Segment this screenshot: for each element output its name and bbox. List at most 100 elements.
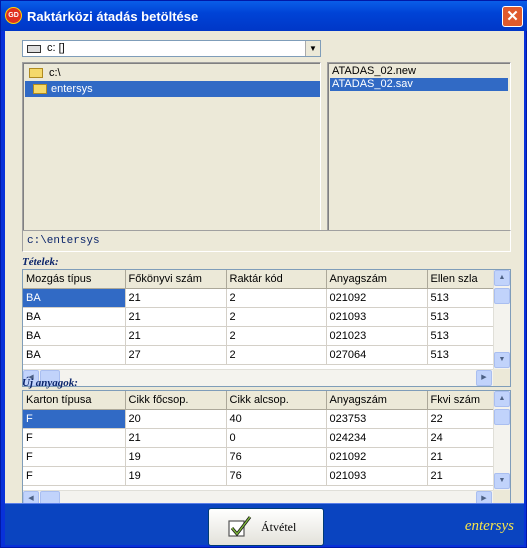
table-cell[interactable]: 21 — [125, 428, 227, 448]
folder-list[interactable]: c:\ entersys — [22, 62, 321, 247]
table-cell[interactable]: 20 — [125, 409, 227, 429]
chevron-down-icon[interactable]: ▼ — [305, 41, 320, 56]
column-header[interactable]: Cikk főcsop. — [125, 391, 227, 410]
table-cell[interactable]: 027064 — [326, 345, 428, 365]
table-cell[interactable]: BA — [23, 326, 126, 346]
uj-anyagok-table: Karton típusa Cikk főcsop. Cikk alcsop. … — [23, 391, 494, 486]
table-cell[interactable]: 24 — [427, 428, 494, 448]
tetelek-grid[interactable]: Mozgás típus Főkönyvi szám Raktár kód An… — [22, 269, 511, 387]
scroll-thumb[interactable] — [494, 409, 510, 425]
table-header-row: Mozgás típus Főkönyvi szám Raktár kód An… — [23, 270, 494, 289]
table-row[interactable]: F 19 76 021092 21 — [23, 447, 494, 467]
table-cell[interactable]: 40 — [226, 409, 327, 429]
table-row[interactable]: BA 21 2 021092 513 — [23, 288, 494, 308]
file-item[interactable]: ATADAS_02.new — [330, 65, 508, 78]
accept-button-label: Átvétel — [261, 520, 297, 534]
vertical-scrollbar[interactable]: ▲ ▼ — [493, 391, 510, 490]
table-cell[interactable]: 0 — [226, 428, 327, 448]
table-cell[interactable]: BA — [23, 307, 126, 327]
table-cell[interactable]: F — [23, 447, 126, 467]
table-cell[interactable]: 024234 — [326, 428, 428, 448]
table-cell[interactable]: 2 — [226, 307, 327, 327]
table-cell[interactable]: 19 — [125, 466, 227, 486]
folder-icon — [29, 68, 43, 78]
table-cell[interactable]: 2 — [226, 288, 327, 308]
uj-anyagok-label: Új anyagok: — [22, 377, 78, 389]
table-cell[interactable]: 021093 — [326, 466, 428, 486]
table-cell[interactable]: 021092 — [326, 288, 428, 308]
table-cell[interactable]: 21 — [125, 288, 227, 308]
file-item-selected[interactable]: ATADAS_02.sav — [330, 78, 508, 91]
folder-label: entersys — [51, 83, 93, 95]
table-cell[interactable]: 21 — [125, 307, 227, 327]
column-header[interactable]: Raktár kód — [226, 270, 327, 289]
dialog-window: GD Raktárközi átadás betöltése ✕ c: [] ▼… — [0, 0, 527, 548]
table-row[interactable]: F 20 40 023753 22 — [23, 409, 494, 429]
scroll-down-icon[interactable]: ▼ — [494, 473, 510, 489]
vertical-scrollbar[interactable]: ▲ ▼ — [493, 270, 510, 369]
uj-anyagok-grid[interactable]: Karton típusa Cikk főcsop. Cikk alcsop. … — [22, 390, 511, 508]
column-header[interactable]: Fkvi szám — [427, 391, 494, 410]
folder-item-entersys[interactable]: entersys — [25, 81, 320, 97]
table-row[interactable]: BA 27 2 027064 513 — [23, 345, 494, 365]
dialog-body: c: [] ▼ c:\ entersys ATADAS_02.new ATADA… — [5, 31, 524, 508]
table-cell[interactable]: 021092 — [326, 447, 428, 467]
table-cell[interactable]: 21 — [427, 447, 494, 467]
scroll-thumb[interactable] — [494, 288, 510, 304]
scroll-up-icon[interactable]: ▲ — [494, 391, 510, 407]
table-cell[interactable]: 76 — [226, 447, 327, 467]
column-header[interactable]: Anyagszám — [326, 391, 428, 410]
horizontal-scrollbar[interactable]: ◀ ▶ — [23, 369, 493, 386]
folder-item-root[interactable]: c:\ — [25, 65, 320, 81]
table-cell[interactable]: 21 — [125, 326, 227, 346]
tetelek-table: Mozgás típus Főkönyvi szám Raktár kód An… — [23, 270, 494, 365]
column-header[interactable]: Cikk alcsop. — [226, 391, 327, 410]
table-cell[interactable]: 513 — [427, 288, 494, 308]
table-cell[interactable]: 021023 — [326, 326, 428, 346]
table-row[interactable]: F 21 0 024234 24 — [23, 428, 494, 448]
scroll-down-icon[interactable]: ▼ — [494, 352, 510, 368]
table-cell[interactable]: 513 — [427, 326, 494, 346]
table-cell[interactable]: 19 — [125, 447, 227, 467]
table-cell[interactable]: 21 — [427, 466, 494, 486]
drive-select[interactable]: c: [] ▼ — [22, 40, 321, 57]
table-cell[interactable]: 2 — [226, 345, 327, 365]
footer-bar: Átvétel entersys — [5, 503, 524, 546]
scroll-up-icon[interactable]: ▲ — [494, 270, 510, 286]
column-header[interactable]: Mozgás típus — [23, 270, 126, 289]
table-cell[interactable]: 513 — [427, 307, 494, 327]
column-header[interactable]: Főkönyvi szám — [125, 270, 227, 289]
app-icon: GD — [5, 7, 22, 24]
table-cell[interactable]: BA — [23, 345, 126, 365]
file-list[interactable]: ATADAS_02.new ATADAS_02.sav — [327, 62, 511, 247]
table-cell[interactable]: F — [23, 466, 126, 486]
table-row[interactable]: BA 21 2 021023 513 — [23, 326, 494, 346]
folder-open-icon — [33, 84, 47, 94]
scroll-right-icon[interactable]: ▶ — [476, 370, 492, 386]
folder-label: c:\ — [49, 67, 61, 79]
table-cell[interactable]: BA — [23, 288, 126, 308]
column-header[interactable]: Anyagszám — [326, 270, 428, 289]
table-cell[interactable]: 021093 — [326, 307, 428, 327]
table-row[interactable]: F 19 76 021093 21 — [23, 466, 494, 486]
table-cell[interactable]: 023753 — [326, 409, 428, 429]
column-header[interactable]: Karton típusa — [23, 391, 126, 410]
table-header-row: Karton típusa Cikk főcsop. Cikk alcsop. … — [23, 391, 494, 410]
table-row[interactable]: BA 21 2 021093 513 — [23, 307, 494, 327]
tetelek-label: Tételek: — [22, 256, 59, 268]
current-path: c:\entersys — [22, 230, 511, 252]
drive-value: c: [] — [47, 42, 65, 54]
table-cell[interactable]: 27 — [125, 345, 227, 365]
table-cell[interactable]: 2 — [226, 326, 327, 346]
checkmark-icon — [228, 516, 252, 537]
table-cell[interactable]: F — [23, 428, 126, 448]
title-bar[interactable]: GD Raktárközi átadás betöltése ✕ — [1, 1, 527, 31]
table-cell[interactable]: 76 — [226, 466, 327, 486]
scroll-corner — [493, 369, 510, 386]
table-cell[interactable]: 22 — [427, 409, 494, 429]
accept-button[interactable]: Átvétel — [208, 508, 324, 546]
table-cell[interactable]: 513 — [427, 345, 494, 365]
column-header[interactable]: Ellen szla — [427, 270, 494, 289]
table-cell[interactable]: F — [23, 409, 126, 429]
close-button[interactable]: ✕ — [502, 6, 523, 27]
